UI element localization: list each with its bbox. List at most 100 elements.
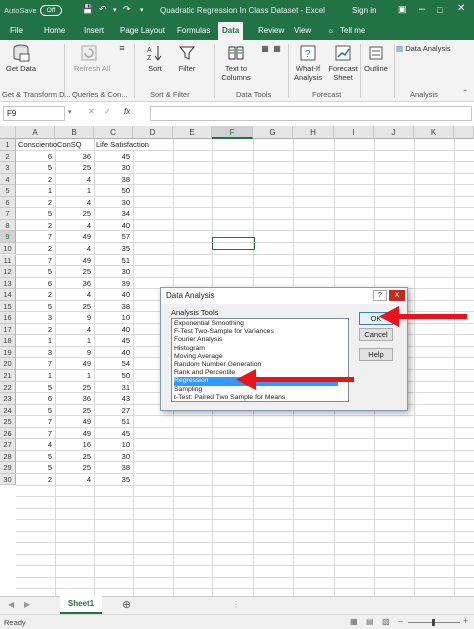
analysis-tool-item[interactable]: Random Number Generation: [174, 361, 338, 369]
help-button[interactable]: Help: [359, 348, 393, 361]
sign-in-link[interactable]: Sign in: [352, 6, 376, 15]
autosave-toggle[interactable]: Off: [40, 5, 62, 16]
cell-c[interactable]: 40: [94, 347, 130, 359]
cell-c[interactable]: 38: [94, 174, 130, 186]
cell-a[interactable]: 2: [16, 289, 52, 301]
column-header-c[interactable]: C: [94, 126, 133, 139]
namebox-dropdown-icon[interactable]: ▾: [68, 108, 72, 116]
cell-a[interactable]: 1: [16, 335, 52, 347]
cell-a[interactable]: 5: [16, 451, 52, 463]
customize-qat-icon[interactable]: ▾: [140, 6, 144, 14]
cell-b[interactable]: 25: [55, 162, 91, 174]
normal-view-icon[interactable]: ▦: [350, 617, 358, 626]
tab-review[interactable]: Review: [258, 26, 284, 35]
row-header[interactable]: 5: [0, 185, 16, 197]
data-analysis-button[interactable]: ▤ Data Analysis: [396, 44, 472, 53]
cell-b[interactable]: 4: [55, 289, 91, 301]
cell-c[interactable]: 57: [94, 231, 130, 243]
remove-duplicates-icon[interactable]: ▦: [272, 44, 282, 53]
cell-a[interactable]: 1: [16, 185, 52, 197]
select-all-corner[interactable]: [0, 126, 16, 139]
confirm-entry-icon[interactable]: ✓: [104, 107, 111, 116]
cell-b[interactable]: 49: [55, 416, 91, 428]
queries-connections-icon[interactable]: ≡: [116, 44, 128, 53]
cell-b[interactable]: 36: [55, 151, 91, 163]
cell-a[interactable]: 7: [16, 428, 52, 440]
cell-a[interactable]: 2: [16, 197, 52, 209]
sort-button[interactable]: AZ Sort: [140, 44, 170, 73]
cell-c[interactable]: 30: [94, 451, 130, 463]
text-to-columns-button[interactable]: Text to Columns: [218, 44, 254, 82]
cell-b[interactable]: 25: [55, 382, 91, 394]
cell-b[interactable]: 49: [55, 428, 91, 440]
cell-a[interactable]: 7: [16, 416, 52, 428]
row-header[interactable]: 12: [0, 266, 16, 278]
analysis-tool-item[interactable]: Fourier Analysis: [174, 336, 338, 344]
column-header-g[interactable]: G: [253, 126, 293, 139]
row-header[interactable]: 17: [0, 323, 16, 336]
redo-icon[interactable]: ↷: [123, 4, 131, 15]
cell-a[interactable]: 2: [16, 474, 52, 486]
row-header[interactable]: 8: [0, 219, 16, 232]
cell-c[interactable]: 30: [94, 197, 130, 209]
zoom-slider-thumb[interactable]: [432, 619, 435, 626]
cell-c[interactable]: 45: [94, 428, 130, 440]
cell-a[interactable]: 6: [16, 278, 52, 290]
cell-c[interactable]: 38: [94, 301, 130, 313]
close-window-icon[interactable]: ✕: [457, 3, 465, 14]
cancel-entry-icon[interactable]: ✕: [88, 107, 95, 116]
row-header[interactable]: 21: [0, 370, 16, 382]
analysis-tool-item[interactable]: Moving Average: [174, 353, 338, 361]
cell-c[interactable]: 43: [94, 393, 130, 405]
row-header[interactable]: 23: [0, 393, 16, 405]
cancel-button[interactable]: Cancel: [359, 328, 393, 341]
page-break-view-icon[interactable]: ▧: [382, 617, 390, 626]
column-header-d[interactable]: D: [133, 126, 173, 139]
cell-a[interactable]: 7: [16, 358, 52, 370]
cell-a[interactable]: 5: [16, 266, 52, 278]
row-header[interactable]: 3: [0, 162, 16, 174]
next-sheet-icon[interactable]: ▶: [24, 600, 30, 609]
cell-b[interactable]: 1: [55, 185, 91, 197]
prev-sheet-icon[interactable]: ◀: [8, 600, 14, 609]
cell-c[interactable]: 45: [94, 335, 130, 347]
row-header[interactable]: 30: [0, 473, 16, 486]
analysis-tool-item[interactable]: t-Test: Paired Two Sample for Means: [174, 394, 338, 401]
ribbon-display-icon[interactable]: ▣: [398, 4, 407, 15]
column-header-h[interactable]: H: [293, 126, 334, 139]
cell-c[interactable]: 51: [94, 255, 130, 267]
tab-file[interactable]: File: [10, 26, 23, 35]
dialog-help-icon[interactable]: ?: [373, 290, 387, 301]
undo-icon[interactable]: ↶: [99, 4, 107, 15]
cell-b[interactable]: 1: [55, 370, 91, 382]
cell-b[interactable]: 9: [55, 347, 91, 359]
tab-data[interactable]: Data: [218, 22, 244, 40]
cell-a[interactable]: 3: [16, 347, 52, 359]
cell-c[interactable]: 30: [94, 162, 130, 174]
cell-a[interactable]: 4: [16, 439, 52, 451]
row-header[interactable]: 15: [0, 300, 16, 313]
outline-button[interactable]: Outline: [362, 44, 390, 73]
filter-button[interactable]: Filter: [174, 44, 200, 73]
row-header[interactable]: 19: [0, 346, 16, 359]
row-header[interactable]: 27: [0, 439, 16, 451]
dialog-close-icon[interactable]: X: [389, 290, 405, 301]
row-header[interactable]: 6: [0, 196, 16, 209]
row-header[interactable]: 2: [0, 150, 16, 163]
cell-a[interactable]: 6: [16, 393, 52, 405]
row-header[interactable]: 25: [0, 416, 16, 428]
flash-fill-icon[interactable]: ▦: [260, 44, 270, 53]
cell-b[interactable]: 4: [55, 243, 91, 255]
row-header[interactable]: 16: [0, 312, 16, 324]
forecast-sheet-button[interactable]: Forecast Sheet: [328, 44, 358, 82]
column-header-a[interactable]: A: [16, 126, 55, 139]
cell-c[interactable]: 51: [94, 416, 130, 428]
cell-c[interactable]: 45: [94, 151, 130, 163]
row-header[interactable]: 13: [0, 277, 16, 290]
cell-a[interactable]: 5: [16, 382, 52, 394]
cell-b[interactable]: 9: [55, 312, 91, 324]
cell-a[interactable]: 3: [16, 312, 52, 324]
zoom-out-icon[interactable]: –: [398, 616, 403, 626]
cell-a[interactable]: 7: [16, 231, 52, 243]
what-if-analysis-button[interactable]: ? What-If Analysis: [292, 44, 324, 82]
